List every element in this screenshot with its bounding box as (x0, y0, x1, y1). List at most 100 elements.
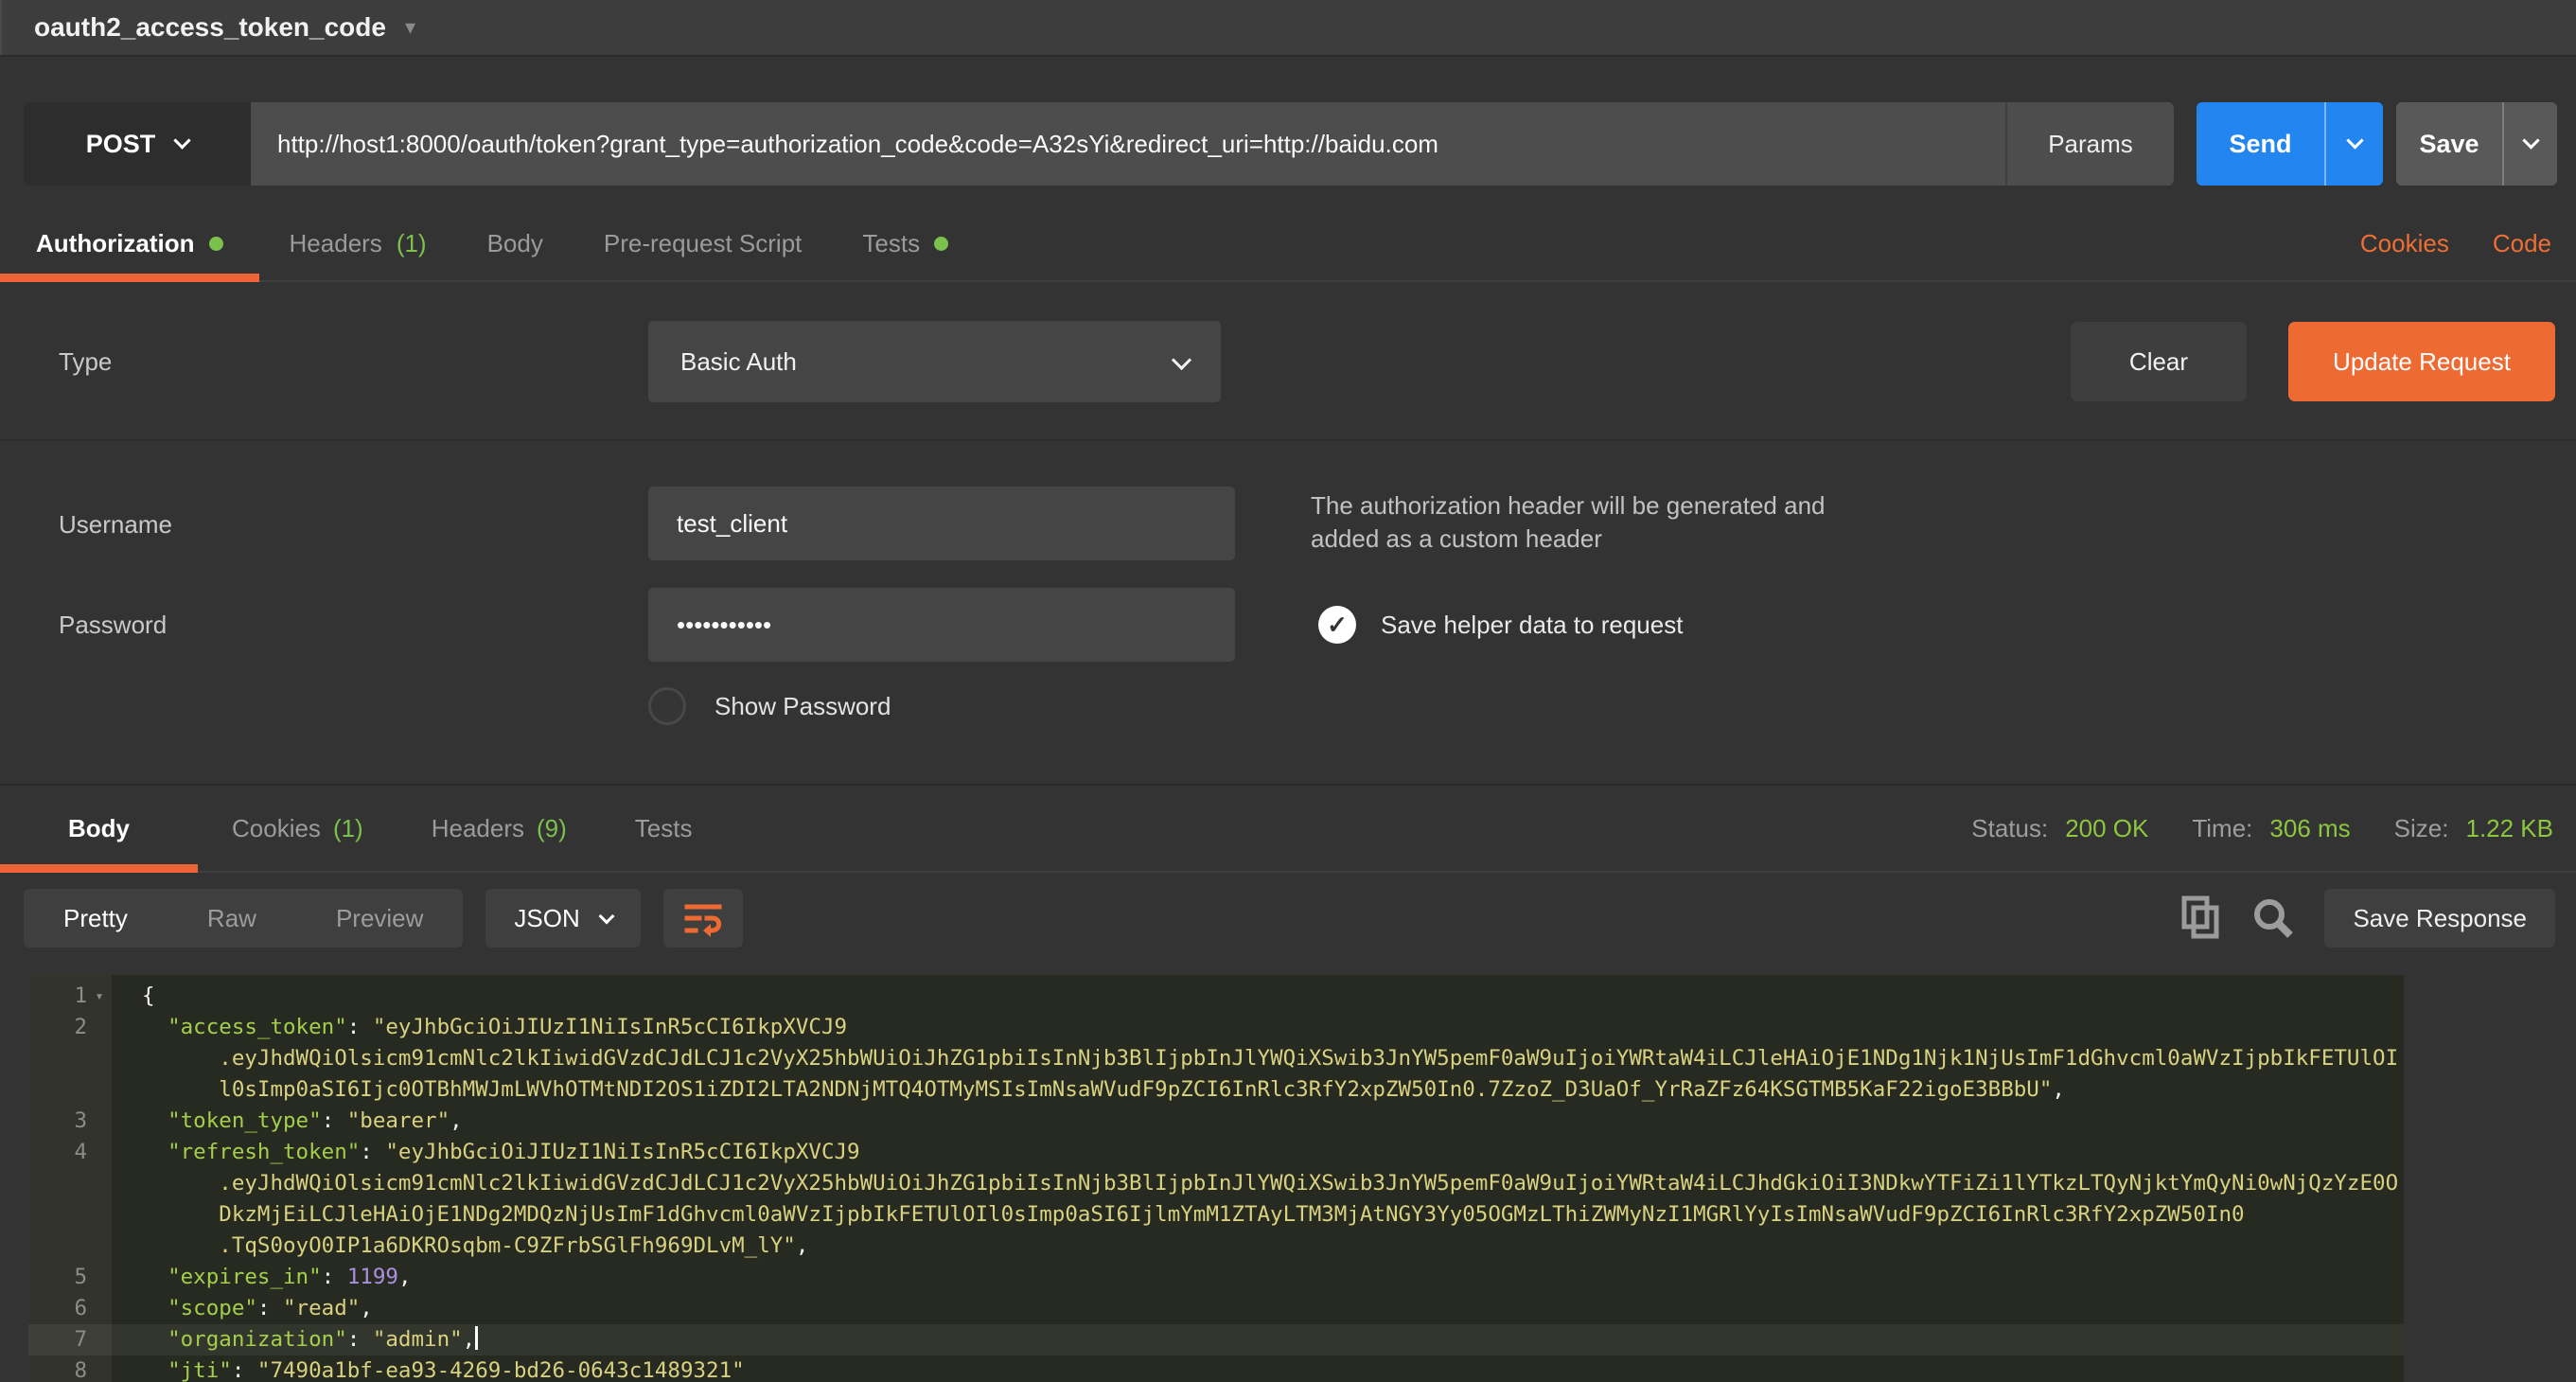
size-label: Size: (2394, 814, 2449, 843)
code-row: .eyJhdWQiOlsicm91cmNlc2lkIiwidGVzdCJdLCJ… (28, 1043, 2404, 1074)
send-button[interactable]: Send (2197, 102, 2324, 186)
fold-spacer (87, 1137, 112, 1168)
fold-spacer (87, 1324, 112, 1355)
cookies-link[interactable]: Cookies (2360, 229, 2449, 258)
response-tab-headers[interactable]: Headers (9) (397, 786, 601, 871)
line-number: 3 (28, 1106, 87, 1137)
password-value: ••••••••••• (677, 611, 771, 640)
fold-spacer (87, 1043, 112, 1074)
response-tab-tests[interactable]: Tests (601, 786, 727, 871)
code-row: 1▾{ (28, 981, 2404, 1012)
chevron-down-icon (598, 909, 614, 925)
view-mode-group: Pretty Raw Preview (24, 889, 463, 948)
request-tabs: Authorization Headers (1) Body Pre-reque… (0, 206, 2576, 282)
response-tabs: Body Cookies (1) Headers (9) Tests Statu… (0, 786, 2576, 873)
fold-spacer (87, 1106, 112, 1137)
line-number (28, 1231, 87, 1262)
fold-spacer (87, 1231, 112, 1262)
chevron-down-icon (2522, 132, 2539, 149)
helper-line: added as a custom header (1311, 523, 1826, 556)
tab-headers[interactable]: Headers (1) (259, 206, 457, 280)
tab-count: (1) (397, 229, 427, 258)
auth-type-value: Basic Auth (680, 347, 797, 377)
response-tab-body[interactable]: Body (0, 786, 198, 871)
tab-body[interactable]: Body (457, 206, 573, 280)
code-row: l0sImp0aSI6Ijc0OTBhMWJmLWVhOTMtNDI2OS1iZ… (28, 1074, 2404, 1106)
green-dot-icon (934, 237, 948, 251)
code-line: "refresh_token": "eyJhbGciOiJIUzI1NiIsIn… (112, 1137, 860, 1168)
update-request-button[interactable]: Update Request (2288, 322, 2555, 401)
code-line: "jti": "7490a1bf-ea93-4269-bd26-0643c148… (112, 1355, 745, 1382)
code-line: { (112, 981, 155, 1012)
url-value: http://host1:8000/oauth/token?grant_type… (277, 130, 1438, 159)
search-button[interactable] (2250, 895, 2296, 941)
tab-caret-down-icon[interactable]: ▾ (405, 15, 415, 40)
fold-caret-icon[interactable]: ▾ (87, 981, 112, 1012)
line-number: 7 (28, 1324, 87, 1355)
save-button[interactable]: Save (2396, 102, 2502, 186)
send-dropdown-button[interactable] (2324, 102, 2383, 186)
method-select[interactable]: POST (24, 102, 251, 186)
view-preview-button[interactable]: Preview (296, 889, 463, 948)
copy-button[interactable] (2180, 895, 2222, 942)
helper-line: The authorization header will be generat… (1311, 489, 1826, 523)
save-response-button[interactable]: Save Response (2324, 889, 2555, 948)
code-row: 8 "jti": "7490a1bf-ea93-4269-bd26-0643c1… (28, 1355, 2404, 1382)
tab-authorization[interactable]: Authorization (0, 206, 259, 280)
code-row: DkzMjEiLCJleHAiOjE1NDg2MDQzNjUsImF1dGhvc… (28, 1199, 2404, 1231)
tab-label: Tests (862, 229, 920, 258)
view-pretty-button[interactable]: Pretty (24, 889, 168, 948)
response-tab-cookies[interactable]: Cookies (1) (198, 786, 397, 871)
username-input[interactable]: test_client (648, 487, 1235, 560)
line-number (28, 1043, 87, 1074)
checkbox-checked-icon[interactable]: ✓ (1318, 606, 1356, 644)
type-label: Type (59, 347, 648, 377)
line-number: 6 (28, 1293, 87, 1324)
save-helper-label: Save helper data to request (1381, 611, 1683, 640)
password-input[interactable]: ••••••••••• (648, 588, 1235, 662)
save-dropdown-button[interactable] (2502, 102, 2557, 186)
password-row: Password ••••••••••• ✓ Save helper data … (0, 587, 2576, 663)
fold-spacer (87, 1262, 112, 1293)
size-value: 1.22 KB (2465, 814, 2553, 843)
tab-tests[interactable]: Tests (832, 206, 979, 280)
password-label: Password (59, 611, 648, 640)
request-tab[interactable]: oauth2_access_token_code ▾ (0, 0, 448, 55)
auth-type-row: Type Basic Auth Clear Update Request (0, 312, 2576, 411)
tab-pre-request-script[interactable]: Pre-request Script (573, 206, 833, 280)
show-password-row: Show Password (648, 678, 2576, 735)
code-line: DkzMjEiLCJleHAiOjE1NDg2MDQzNjUsImF1dGhvc… (112, 1199, 2245, 1231)
tab-count: (9) (537, 814, 567, 843)
code-link[interactable]: Code (2493, 229, 2551, 258)
view-raw-button[interactable]: Raw (168, 889, 296, 948)
clear-button[interactable]: Clear (2071, 322, 2247, 401)
params-button[interactable]: Params (2005, 102, 2174, 186)
request-tab-title: oauth2_access_token_code (34, 12, 386, 43)
text-cursor (475, 1326, 478, 1350)
wrap-text-button[interactable] (663, 889, 743, 948)
tab-label: Body (487, 229, 543, 258)
language-select[interactable]: JSON (485, 889, 640, 948)
auth-actions: Clear Update Request (2071, 322, 2555, 401)
method-label: POST (86, 130, 156, 159)
fold-spacer (87, 1293, 112, 1324)
code-line: .eyJhdWQiOlsicm91cmNlc2lkIiwidGVzdCJdLCJ… (112, 1043, 2398, 1074)
code-line: "token_type": "bearer", (112, 1106, 463, 1137)
code-row: 7 "organization": "admin", (28, 1324, 2404, 1355)
tab-label: Headers (290, 229, 382, 258)
response-body-code[interactable]: 1▾{2 "access_token": "eyJhbGciOiJIUzI1Ni… (28, 975, 2404, 1382)
tab-label: Body (68, 814, 130, 843)
url-input[interactable]: http://host1:8000/oauth/token?grant_type… (251, 102, 2005, 186)
time-value: 306 ms (2269, 814, 2350, 843)
auth-type-select[interactable]: Basic Auth (648, 321, 1221, 402)
fold-spacer (87, 1168, 112, 1199)
request-builder: POST http://host1:8000/oauth/token?grant… (0, 57, 2576, 206)
code-row: .eyJhdWQiOlsicm91cmNlc2lkIiwidGVzdCJdLCJ… (28, 1168, 2404, 1199)
code-line: "scope": "read", (112, 1293, 373, 1324)
time-label: Time: (2192, 814, 2252, 843)
copy-icon (2180, 895, 2222, 942)
code-line: .TqS0oyO0IP1a6DKROsqbm-C9ZFrbSGlFh969DLv… (112, 1231, 808, 1262)
save-helper-checkbox-group[interactable]: ✓ Save helper data to request (1318, 606, 1683, 644)
show-password-toggle[interactable] (648, 687, 686, 725)
username-value: test_client (677, 509, 787, 539)
